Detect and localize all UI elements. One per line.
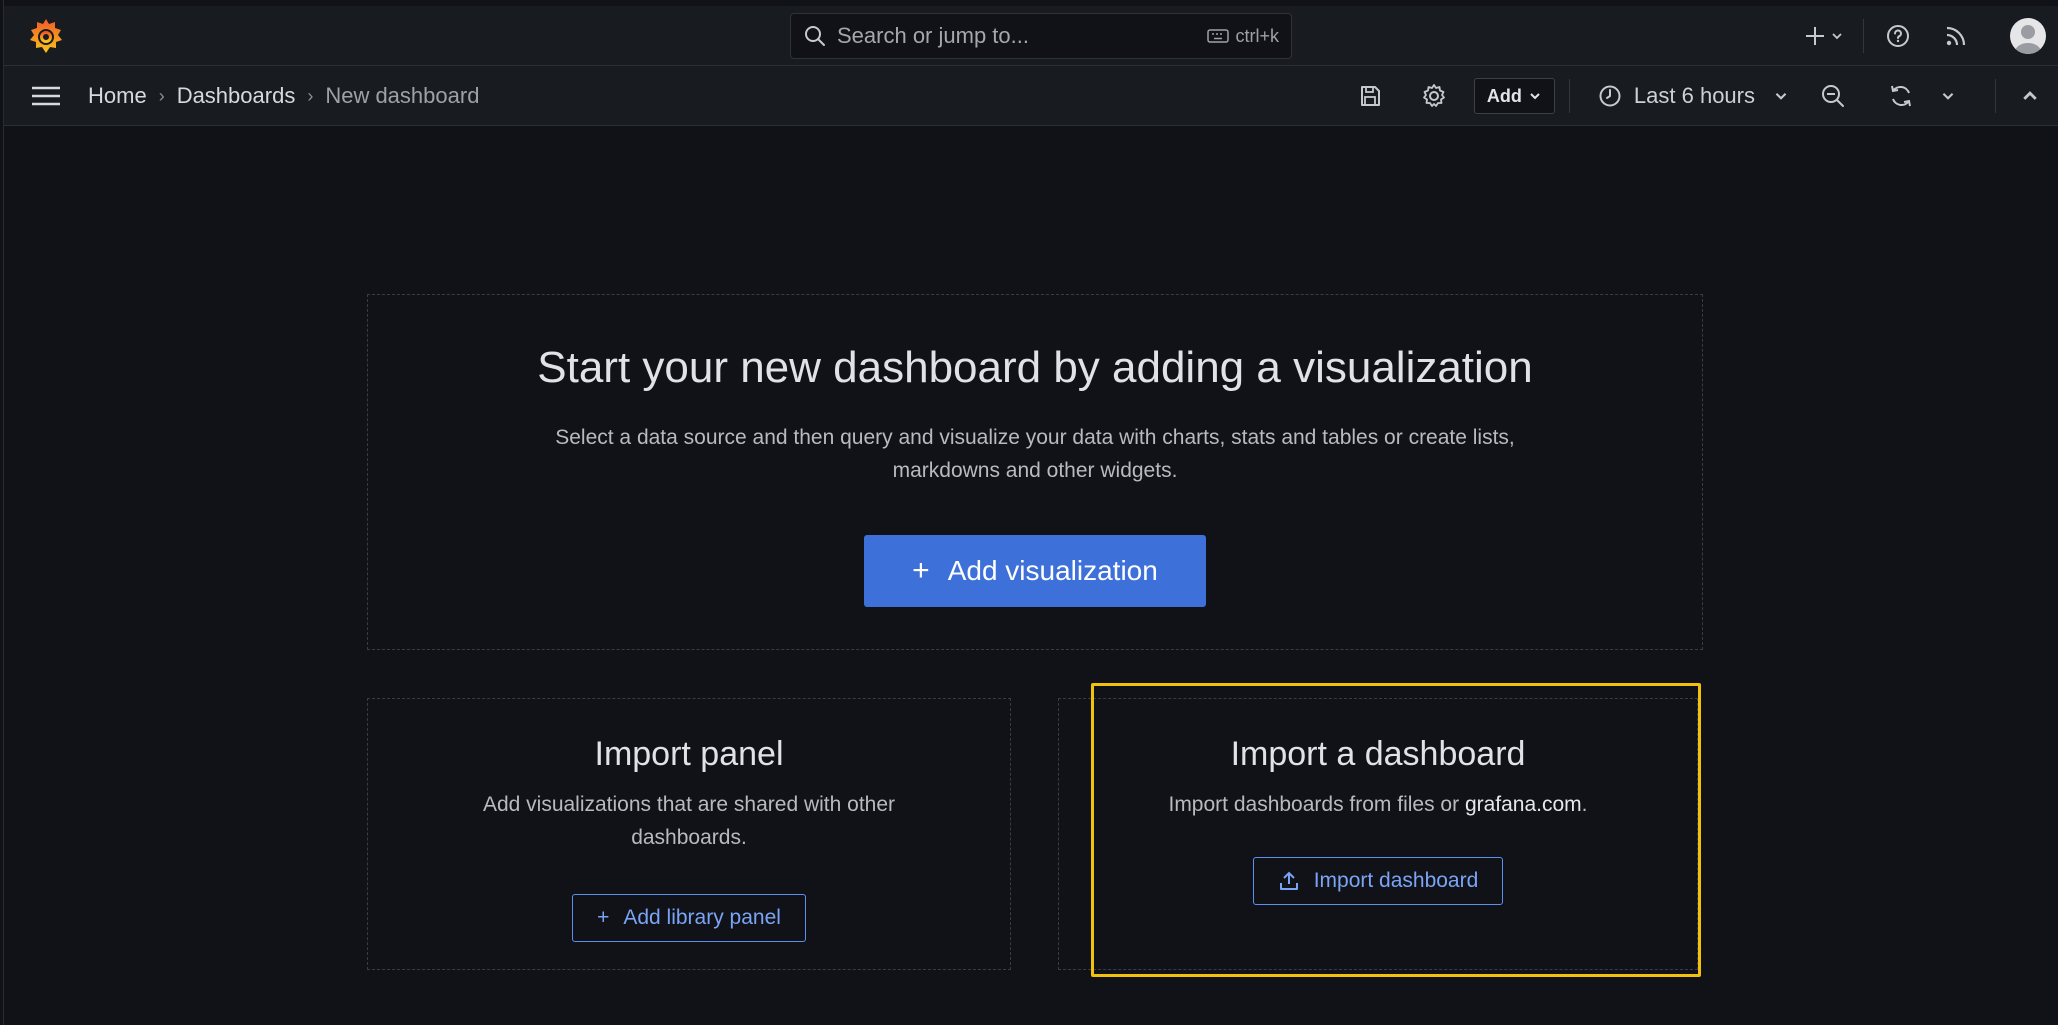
import-panel-card: Import panel Add visualizations that are…	[367, 698, 1011, 970]
menu-icon[interactable]	[30, 84, 62, 108]
shortcut-label: ctrl+k	[1235, 25, 1279, 46]
grafana-logo-icon[interactable]	[26, 16, 66, 56]
add-button-label: Add	[1486, 85, 1522, 106]
add-visualization-button[interactable]: + Add visualization	[864, 535, 1206, 607]
plus-icon: +	[597, 906, 610, 929]
import-panel-description: Add visualizations that are shared with …	[482, 793, 896, 849]
rss-icon	[1946, 26, 1966, 46]
breadcrumb-current: New dashboard	[325, 83, 480, 108]
chevron-right-icon: ›	[158, 85, 165, 106]
add-button[interactable]: Add	[1473, 78, 1555, 114]
divider	[1995, 79, 1996, 113]
time-range-label: Last 6 hours	[1633, 83, 1755, 108]
search-input[interactable]: Search or jump to... ctrl+k	[790, 13, 1292, 59]
zoom-out-button[interactable]	[1813, 76, 1853, 116]
grafana-com-link[interactable]: grafana.com	[1465, 793, 1582, 816]
chevron-down-icon	[1832, 33, 1842, 40]
search-shortcut: ctrl+k	[1207, 26, 1279, 47]
add-library-panel-button[interactable]: + Add library panel	[572, 894, 806, 942]
divider	[1568, 79, 1570, 113]
import-panel-title: Import panel	[594, 735, 784, 773]
search-placeholder: Search or jump to...	[837, 23, 1029, 48]
import-dashboard-button[interactable]: Import dashboard	[1252, 857, 1504, 905]
import-dashboard-card: Import a dashboard Import dashboards fro…	[1058, 698, 1698, 970]
import-dashboard-description: Import dashboards from files or grafana.…	[1128, 788, 1628, 821]
divider	[1863, 19, 1864, 53]
import-dashboard-title: Import a dashboard	[1230, 735, 1526, 773]
refresh-interval-dropdown[interactable]	[1933, 76, 1963, 116]
empty-state-description: Select a data source and then query and …	[555, 426, 1515, 482]
chevron-down-icon	[1942, 92, 1954, 100]
user-avatar-icon	[2015, 25, 2041, 54]
collapse-toolbar-button[interactable]	[2010, 76, 2050, 116]
dashboard-empty-state: Start your new dashboard by adding a vis…	[4, 126, 2058, 1025]
add-visualization-panel: Start your new dashboard by adding a vis…	[367, 294, 1703, 650]
time-range-picker[interactable]: Last 6 hours	[1598, 83, 1789, 109]
import-dashboard-description-text: Import dashboards from files or	[1168, 793, 1465, 816]
upload-icon	[1279, 871, 1298, 890]
gear-icon	[1423, 84, 1445, 107]
chevron-down-icon	[1775, 92, 1787, 100]
empty-state-title: Start your new dashboard by adding a vis…	[537, 343, 1533, 392]
search-icon	[805, 26, 825, 46]
settings-button[interactable]	[1414, 76, 1454, 116]
breadcrumb-dashboards[interactable]: Dashboards	[177, 83, 296, 109]
avatar[interactable]	[2010, 18, 2046, 54]
import-dashboard-label: Import dashboard	[1313, 869, 1479, 892]
save-button[interactable]	[1350, 76, 1390, 116]
refresh-button[interactable]	[1881, 76, 1921, 116]
breadcrumb: Home › Dashboards › New dashboard	[88, 66, 479, 126]
clock-icon	[1599, 85, 1621, 107]
plus-icon: +	[912, 554, 930, 587]
news-button[interactable]	[1936, 16, 1976, 56]
zoom-out-icon	[1822, 85, 1844, 107]
keyboard-icon	[1207, 29, 1230, 43]
save-icon	[1360, 86, 1380, 106]
help-icon	[1887, 25, 1909, 47]
help-button[interactable]	[1878, 16, 1918, 56]
toolbar-actions: Add Last 6 hours	[1338, 66, 2058, 126]
chevron-down-icon	[1530, 93, 1540, 100]
breadcrumb-home[interactable]: Home	[88, 83, 147, 109]
add-library-panel-label: Add library panel	[623, 906, 781, 929]
plus-icon	[1806, 27, 1824, 45]
top-bar: Search or jump to... ctrl+k	[4, 6, 2058, 66]
dashboard-toolbar: Home › Dashboards › New dashboard Add La…	[4, 66, 2058, 126]
chevron-right-icon: ›	[307, 85, 314, 106]
chevron-up-icon	[2023, 91, 2037, 100]
top-actions	[1799, 6, 2058, 66]
import-dashboard-description-suffix: .	[1581, 793, 1588, 816]
add-visualization-label: Add visualization	[947, 555, 1158, 586]
new-menu-button[interactable]	[1799, 16, 1849, 56]
refresh-icon	[1891, 85, 1911, 107]
